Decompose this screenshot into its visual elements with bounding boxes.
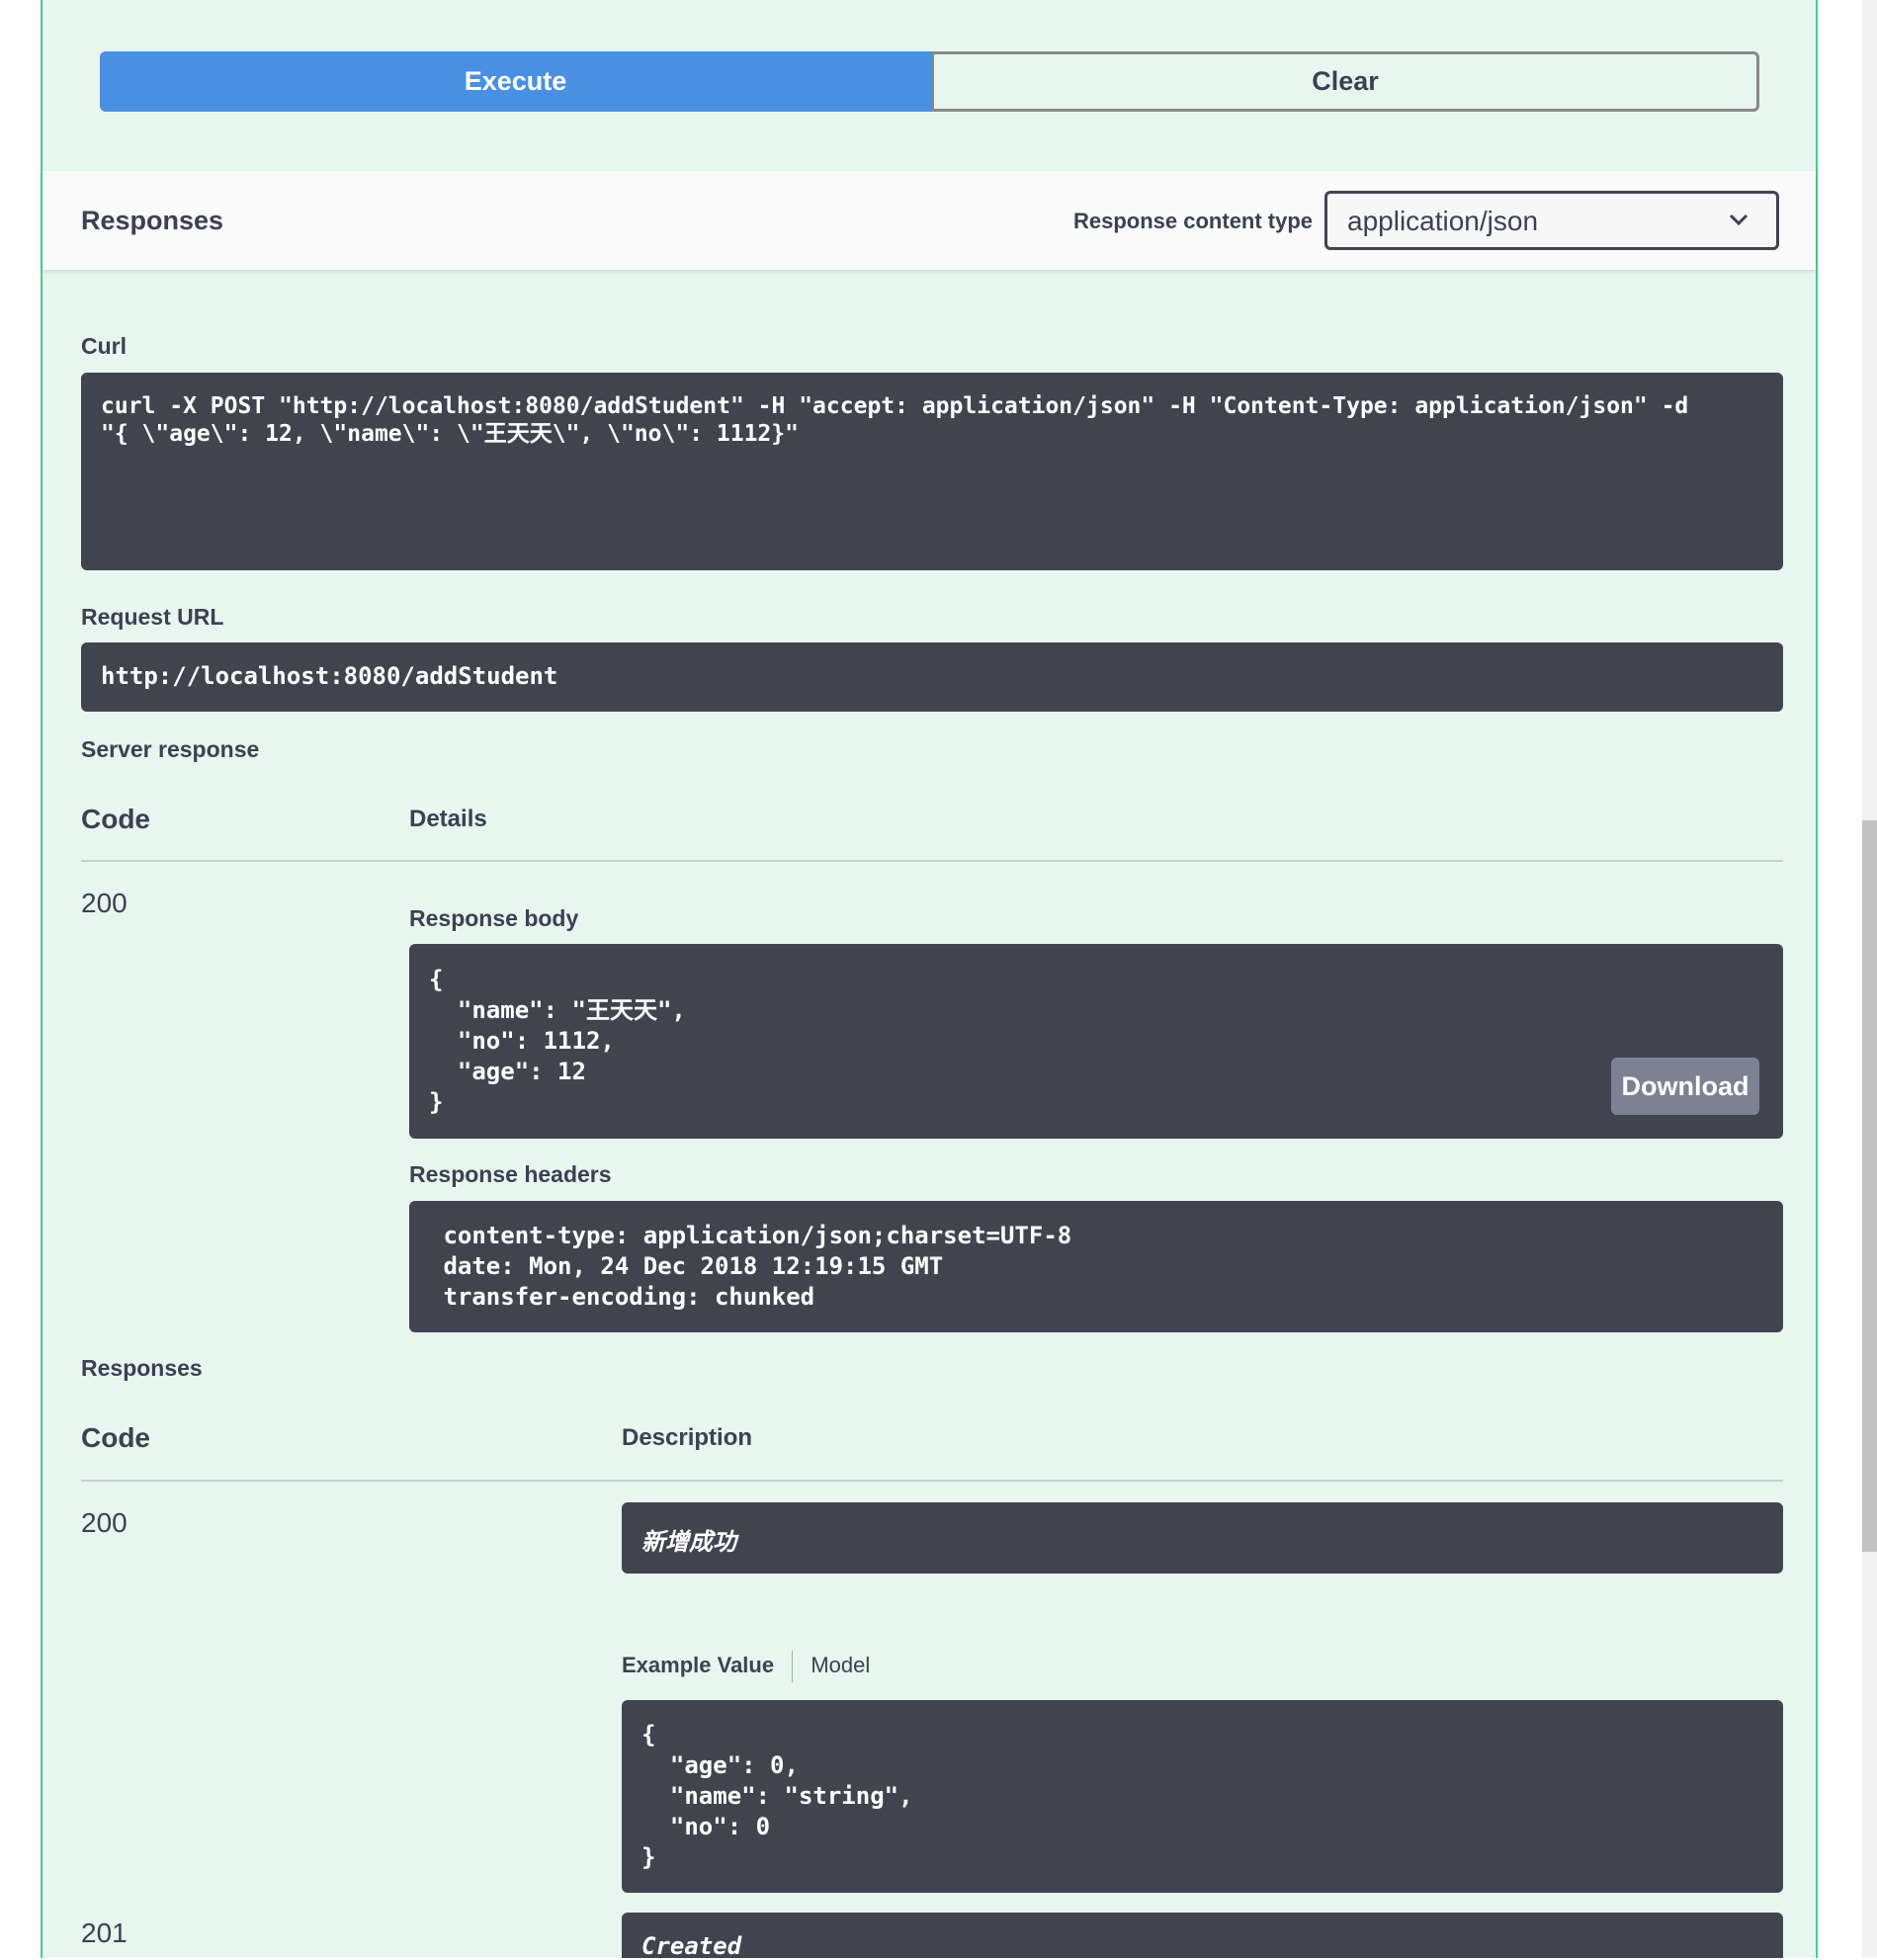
details-column-header: Details bbox=[409, 806, 487, 832]
tab-model[interactable]: Model bbox=[811, 1653, 870, 1677]
request-url-block: http://localhost:8080/addStudent bbox=[81, 642, 1783, 712]
curl-line-1: curl -X POST "http://localhost:8080/addS… bbox=[101, 393, 1689, 419]
example-line: "age": 0, bbox=[641, 1751, 799, 1779]
select-value: application/json bbox=[1347, 206, 1539, 236]
example-line: } bbox=[641, 1843, 656, 1871]
code-column-header: Code bbox=[81, 804, 150, 834]
responses-code-header: Code bbox=[81, 1422, 150, 1453]
request-url-value: http://localhost:8080/addStudent bbox=[101, 662, 558, 690]
download-button[interactable]: Download bbox=[1611, 1058, 1759, 1115]
body-line: } bbox=[429, 1088, 444, 1116]
chevron-down-icon bbox=[1729, 213, 1749, 226]
body-line: "name": "王天天", bbox=[429, 996, 686, 1024]
server-response-label: Server response bbox=[81, 736, 260, 762]
body-line: "no": 1112, bbox=[429, 1027, 615, 1055]
header-line: transfer-encoding: chunked bbox=[429, 1283, 815, 1311]
header-line: content-type: application/json;charset=U… bbox=[429, 1222, 1072, 1249]
response-code-200: 200 bbox=[81, 1507, 128, 1538]
description-block: 新增成功 bbox=[622, 1502, 1783, 1574]
description-text: Created bbox=[641, 1932, 742, 1960]
curl-line-2: "{ \"age\": 12, \"name\": \"王天天\", \"no\… bbox=[101, 421, 799, 447]
curl-block: curl -X POST "http://localhost:8080/addS… bbox=[81, 373, 1783, 570]
example-line: { bbox=[641, 1721, 656, 1748]
execute-clear-group: Execute Clear bbox=[100, 51, 1759, 112]
response-code-201: 201 bbox=[81, 1917, 128, 1948]
header-line: date: Mon, 24 Dec 2018 12:19:15 GMT bbox=[429, 1252, 944, 1280]
response-body-block: { "name": "王天天", "no": 1112, "age": 12} bbox=[409, 944, 1783, 1139]
description-block-201: Created bbox=[622, 1913, 1783, 1960]
example-value-block: { "age": 0, "name": "string", "no": 0} bbox=[622, 1700, 1783, 1893]
responses-label: Responses bbox=[81, 1355, 203, 1381]
clear-button[interactable]: Clear bbox=[931, 51, 1759, 112]
response-code: 200 bbox=[81, 888, 128, 918]
description-column-header: Description bbox=[622, 1424, 753, 1451]
body-line: { bbox=[429, 966, 444, 993]
example-line: "no": 0 bbox=[641, 1813, 771, 1840]
scrollbar-thumb[interactable] bbox=[1862, 820, 1877, 1552]
responses-title: Responses bbox=[81, 206, 224, 235]
divider bbox=[81, 1480, 1783, 1482]
divider bbox=[81, 860, 1783, 862]
request-url-label: Request URL bbox=[81, 604, 224, 630]
response-headers-label: Response headers bbox=[409, 1161, 612, 1187]
response-content-type-select[interactable]: application/json bbox=[1324, 191, 1779, 250]
curl-label: Curl bbox=[81, 333, 127, 359]
response-headers-block: content-type: application/json;charset=U… bbox=[409, 1201, 1783, 1332]
description-text: 新增成功 bbox=[641, 1528, 736, 1556]
tab-separator bbox=[792, 1651, 794, 1682]
example-line: "name": "string", bbox=[641, 1782, 913, 1810]
response-content-type-label: Response content type bbox=[1073, 209, 1314, 233]
execute-button[interactable]: Execute bbox=[100, 51, 931, 112]
body-line: "age": 12 bbox=[429, 1058, 586, 1085]
example-model-tabs: Example Value Model bbox=[622, 1651, 870, 1682]
response-body-label: Response body bbox=[409, 905, 579, 931]
tab-example-value[interactable]: Example Value bbox=[622, 1653, 774, 1677]
